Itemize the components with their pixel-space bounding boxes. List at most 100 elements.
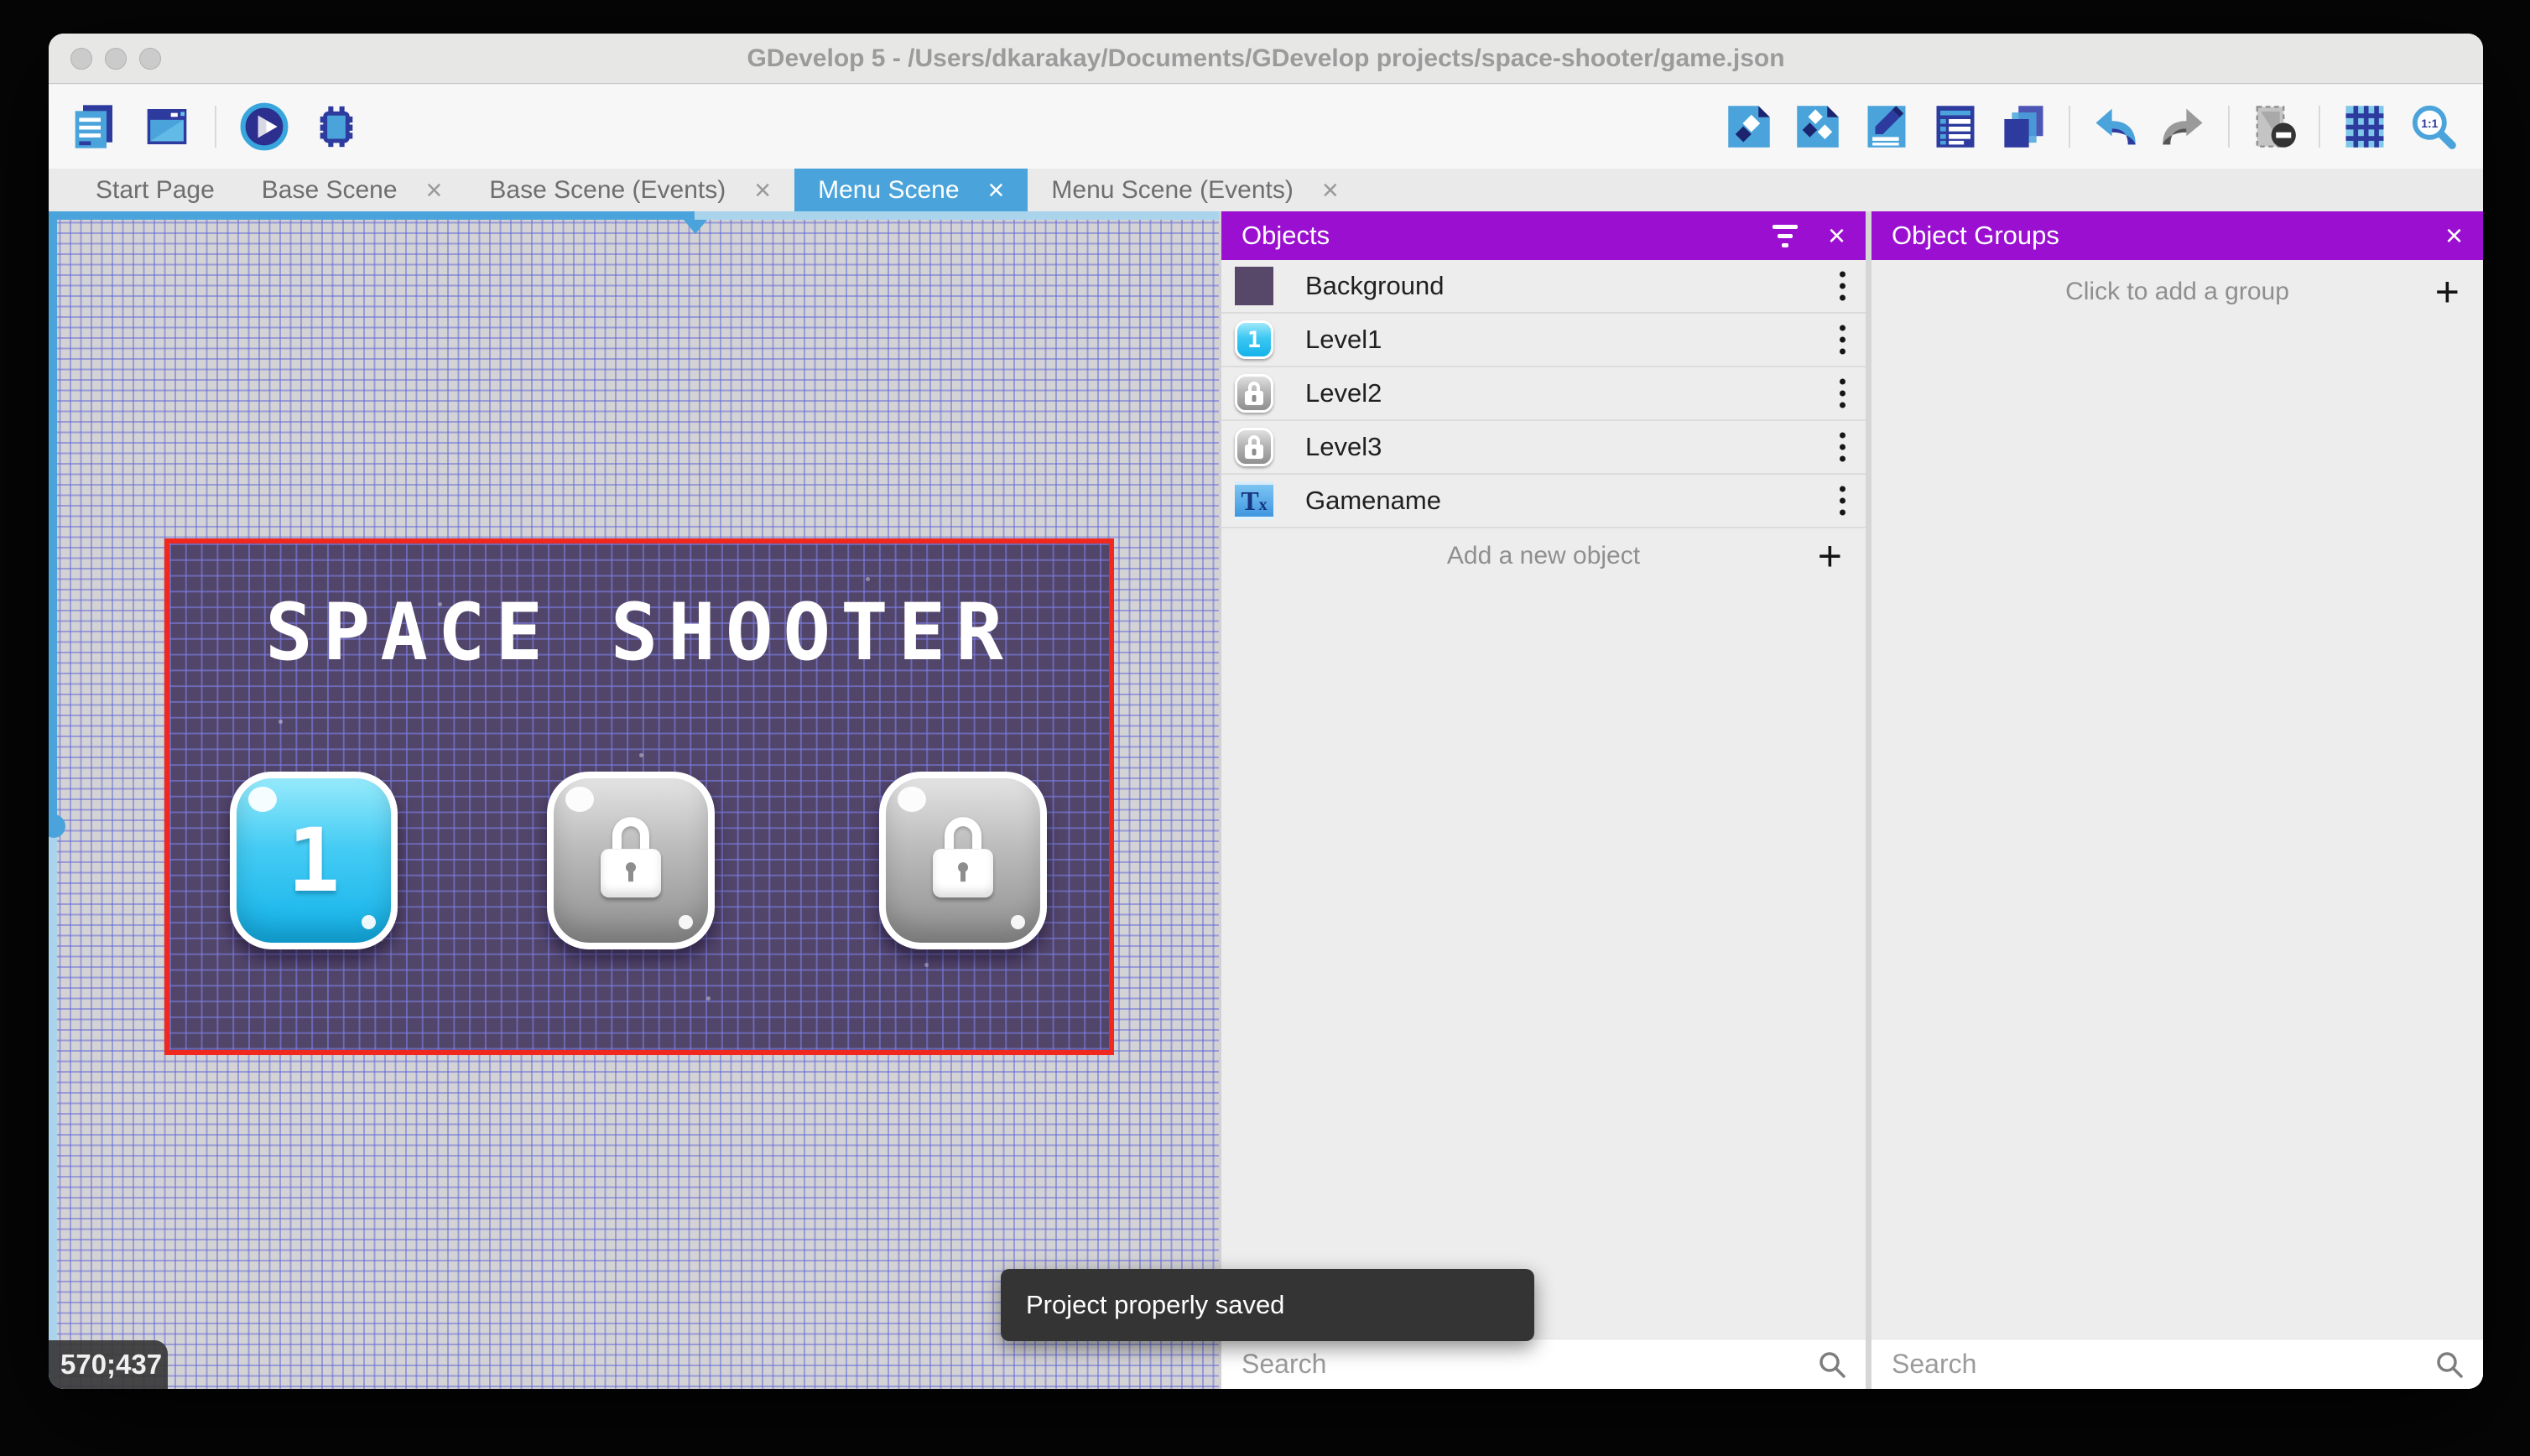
- save-toast: Project properly saved: [1001, 1269, 1534, 1341]
- objects-search-bar: [1221, 1339, 1866, 1389]
- object-groups-panel-title: Object Groups: [1892, 221, 2059, 250]
- preview-window-button[interactable]: [143, 102, 191, 151]
- tab-label: Menu Scene (Events): [1051, 175, 1294, 204]
- star-decoration: [639, 753, 643, 757]
- layers-button[interactable]: [2000, 102, 2048, 151]
- level2-button-object[interactable]: [547, 772, 715, 949]
- svg-text:1:1: 1:1: [2421, 117, 2438, 130]
- tab-menu-scene-events[interactable]: Menu Scene (Events) ×: [1028, 169, 1361, 211]
- object-name: Level3: [1305, 432, 1382, 461]
- debug-button[interactable]: [312, 102, 361, 151]
- horizontal-scrollbar[interactable]: [49, 211, 1219, 220]
- titlebar: GDevelop 5 - /Users/dkarakay/Documents/G…: [49, 34, 2483, 84]
- undo-icon: [2095, 108, 2136, 145]
- tab-label: Start Page: [96, 175, 215, 204]
- play-preview-button[interactable]: [240, 102, 289, 151]
- kebab-menu-icon[interactable]: [1840, 432, 1845, 462]
- add-group-row[interactable]: Click to add a group +: [1871, 260, 2483, 324]
- kebab-menu-icon[interactable]: [1840, 325, 1845, 355]
- kebab-menu-icon[interactable]: [1840, 271, 1845, 301]
- debug-icon: [320, 106, 353, 148]
- game-title-text-object[interactable]: SPACE SHOOTER: [169, 587, 1109, 679]
- star-decoration: [866, 577, 870, 581]
- toggle-mask-icon: [2256, 106, 2296, 148]
- star-decoration: [279, 720, 283, 724]
- background-object-selected[interactable]: SPACE SHOOTER 1: [164, 538, 1114, 1055]
- minimize-window-button[interactable]: [105, 48, 127, 70]
- grid-icon: [2345, 106, 2384, 148]
- horizontal-scroll-marker[interactable]: [684, 220, 707, 234]
- close-window-button[interactable]: [70, 48, 92, 70]
- kebab-menu-icon[interactable]: [1840, 486, 1845, 516]
- objects-panel: Objects × Background 1 Level1 Level2 Lev…: [1221, 211, 1866, 1389]
- object-row-level3[interactable]: Level3: [1221, 421, 1866, 475]
- background-thumbnail: [1235, 267, 1273, 305]
- vertical-scrollbar[interactable]: [49, 211, 57, 1389]
- close-icon[interactable]: ×: [1828, 221, 1845, 251]
- scene-editor-canvas[interactable]: SPACE SHOOTER 1 570;437: [49, 211, 1219, 1389]
- toast-message: Project properly saved: [1026, 1290, 1285, 1319]
- project-manager-button[interactable]: [70, 102, 119, 151]
- grid-button[interactable]: [2340, 102, 2389, 151]
- zoom-one-to-one-icon: 1:1: [2412, 105, 2456, 149]
- tab-base-scene-events[interactable]: Base Scene (Events) ×: [466, 169, 794, 211]
- tab-menu-scene[interactable]: Menu Scene ×: [794, 169, 1028, 211]
- traffic-lights: [70, 48, 161, 70]
- object-row-background[interactable]: Background: [1221, 260, 1866, 314]
- tab-close-icon[interactable]: ×: [754, 176, 771, 205]
- horizontal-scrollbar-fill: [49, 211, 695, 220]
- lock-icon: [933, 817, 993, 898]
- tab-close-icon[interactable]: ×: [988, 176, 1005, 205]
- gdevelop-window: GDevelop 5 - /Users/dkarakay/Documents/G…: [49, 34, 2483, 1389]
- edit-properties-icon: [1867, 106, 1906, 148]
- toolbar-separator: [215, 106, 216, 148]
- plus-icon[interactable]: +: [2435, 271, 2460, 313]
- add-object-icon: [1728, 106, 1770, 148]
- vertical-scroll-marker[interactable]: [49, 814, 65, 838]
- plus-icon[interactable]: +: [1818, 535, 1842, 577]
- toggle-mask-button[interactable]: [2250, 102, 2298, 151]
- tab-label: Menu Scene: [818, 175, 960, 204]
- lock-icon: [601, 817, 661, 898]
- object-groups-panel: Object Groups × Click to add a group +: [1871, 211, 2483, 1389]
- object-row-gamename[interactable]: Tx Gamename: [1221, 475, 1866, 528]
- level3-button-object[interactable]: [879, 772, 1047, 949]
- add-object-group-button[interactable]: [1793, 102, 1842, 151]
- close-icon[interactable]: ×: [2445, 221, 2463, 251]
- add-object-button[interactable]: [1725, 102, 1773, 151]
- instances-list-button[interactable]: [1931, 102, 1980, 151]
- tab-base-scene[interactable]: Base Scene ×: [238, 169, 466, 211]
- toolbar-separator: [2069, 106, 2070, 148]
- add-group-label: Click to add a group: [2065, 278, 2289, 305]
- object-row-level1[interactable]: 1 Level1: [1221, 314, 1866, 367]
- level1-button-object[interactable]: 1: [230, 772, 398, 949]
- tab-label: Base Scene (Events): [489, 175, 726, 204]
- toolbar-separator: [2228, 106, 2230, 148]
- play-icon: [240, 102, 289, 151]
- tab-close-icon[interactable]: ×: [1322, 176, 1339, 205]
- maximize-window-button[interactable]: [139, 48, 161, 70]
- search-icon: [1819, 1352, 1845, 1378]
- undo-button[interactable]: [2090, 102, 2139, 151]
- kebab-menu-icon[interactable]: [1840, 378, 1845, 408]
- redo-icon: [2163, 108, 2203, 145]
- project-manager-icon: [75, 105, 112, 148]
- panel-divider[interactable]: [1866, 211, 1871, 1389]
- edit-scene-properties-button[interactable]: [1862, 102, 1911, 151]
- search-icon: [2437, 1352, 2463, 1378]
- redo-button[interactable]: [2159, 102, 2208, 151]
- add-new-object-row[interactable]: Add a new object +: [1221, 528, 1866, 584]
- objects-search-input[interactable]: [1221, 1339, 1866, 1389]
- tab-start-page[interactable]: Start Page: [72, 169, 238, 211]
- groups-search-input[interactable]: [1871, 1339, 2483, 1389]
- filter-icon[interactable]: [1772, 224, 1798, 247]
- tab-close-icon[interactable]: ×: [426, 176, 443, 205]
- zoom-original-button[interactable]: 1:1: [2409, 102, 2458, 151]
- object-row-level2[interactable]: Level2: [1221, 367, 1866, 421]
- toolbar-separator: [2319, 106, 2320, 148]
- locked-button-thumbnail: [1235, 428, 1273, 466]
- object-name: Level1: [1305, 325, 1382, 354]
- preview-window-icon: [147, 109, 187, 144]
- level1-number: 1: [287, 809, 341, 912]
- toolbar-right-group: 1:1: [1725, 85, 2458, 169]
